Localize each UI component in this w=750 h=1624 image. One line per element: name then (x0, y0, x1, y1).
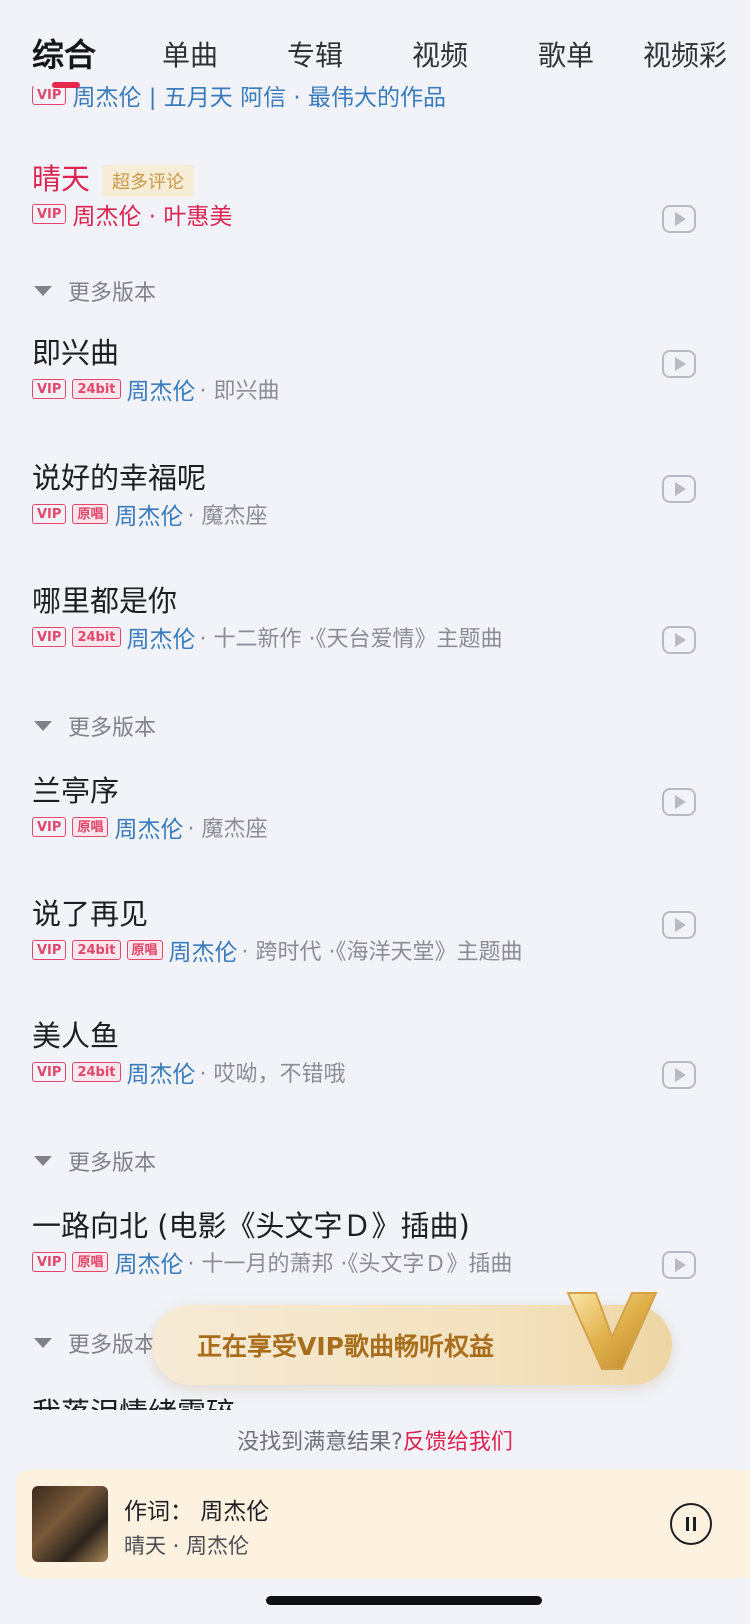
more-versions-label: 更多版本 (68, 1151, 157, 1176)
original-singer-badge: 原唱 (126, 940, 163, 960)
more-versions-label: 更多版本 (68, 281, 157, 306)
song-artist[interactable]: 周杰伦 (127, 1055, 196, 1089)
vip-badge: VIP (32, 504, 67, 524)
vip-badge: VIP (32, 1062, 67, 1082)
mv-play-icon[interactable] (662, 1061, 696, 1089)
song-title: 美人鱼 (32, 1019, 120, 1053)
song-album: · 魔杰座 (187, 504, 268, 529)
home-indicator[interactable] (266, 1596, 542, 1605)
feedback-prompt: 没找到满意结果?反馈给我们 (0, 1424, 750, 1456)
song-album: · 跨时代 ·《海洋天堂》主题曲 (241, 940, 523, 965)
mv-play-icon[interactable] (662, 626, 696, 654)
tab-video-ringtones[interactable]: 视频彩 (643, 34, 727, 74)
song-artist[interactable]: 周杰伦 · 叶惠美 (72, 197, 232, 231)
song-artist[interactable]: 周杰伦 (127, 372, 196, 406)
song-title: 说好的幸福呢 (32, 461, 207, 495)
mv-play-icon[interactable] (662, 911, 696, 939)
vip-badge: VIP (32, 204, 67, 224)
feedback-text: 没找到满意结果? (237, 1430, 403, 1455)
more-versions-label: 更多版本 (68, 1333, 157, 1358)
song-meta: VIP 24bit 原唱 周杰伦 · 跨时代 ·《海洋天堂》主题曲 (32, 933, 523, 967)
hot-comments-tag: 超多评论 (102, 165, 195, 197)
song-title: 我落泪情绪零碎 (32, 1390, 235, 1410)
hires-24bit-badge: 24bit (72, 1062, 121, 1082)
feedback-link[interactable]: 反馈给我们 (403, 1430, 513, 1455)
triangle-down-icon (34, 286, 52, 296)
song-title: 即兴曲 (32, 336, 120, 370)
more-versions-toggle[interactable]: 更多版本 (34, 1327, 156, 1359)
song-album: · 哎呦，不错哦 (199, 1062, 346, 1087)
tab-comprehensive[interactable]: 综合 (32, 30, 96, 76)
mv-play-icon[interactable] (662, 788, 696, 816)
song-album: · 十一月的萧邦 ·《头文字Ｄ》插曲 (187, 1252, 513, 1277)
more-versions-label: 更多版本 (68, 716, 157, 741)
triangle-down-icon (34, 1156, 52, 1166)
song-album: · 即兴曲 (199, 379, 280, 404)
triangle-down-icon (34, 1338, 52, 1348)
hires-24bit-badge: 24bit (72, 940, 121, 960)
vip-badge: VIP (32, 85, 67, 105)
original-singer-badge: 原唱 (72, 504, 109, 524)
song-artist[interactable]: 周杰伦 (114, 810, 183, 844)
song-artist[interactable]: 周杰伦 (127, 620, 196, 654)
song-title: 一路向北 (电影《头文字Ｄ》插曲) (32, 1209, 470, 1243)
song-meta: VIP 24bit 周杰伦 · 哎呦，不错哦 (32, 1055, 346, 1089)
song-title: 说了再见 (32, 897, 149, 931)
vip-benefit-banner[interactable]: 正在享受VIP歌曲畅听权益 (152, 1292, 672, 1385)
song-album: · 十二新作 ·《天台爱情》主题曲 (199, 627, 503, 652)
active-tab-indicator (52, 82, 80, 88)
song-meta: VIP 原唱 周杰伦 · 魔杰座 (32, 497, 268, 531)
mv-play-icon[interactable] (662, 1251, 696, 1279)
mv-play-icon[interactable] (662, 475, 696, 503)
tab-singles[interactable]: 单曲 (162, 34, 218, 74)
now-playing-info: 晴天 · 周杰伦 (124, 1534, 250, 1558)
original-singer-badge: 原唱 (72, 817, 109, 837)
original-singer-badge: 原唱 (72, 1252, 109, 1272)
song-meta: VIP 周杰伦 · 叶惠美 (32, 197, 236, 231)
mini-player[interactable]: 作词： 周杰伦 晴天 · 周杰伦 (16, 1470, 750, 1578)
vip-badge: VIP (32, 940, 67, 960)
more-versions-toggle[interactable]: 更多版本 (34, 1145, 156, 1177)
album-cover[interactable] (32, 1486, 108, 1562)
song-title: 晴天 超多评论 (32, 156, 195, 198)
pause-icon[interactable] (670, 1503, 712, 1545)
more-versions-toggle[interactable]: 更多版本 (34, 275, 156, 307)
song-meta: VIP 24bit 周杰伦 · 即兴曲 (32, 372, 280, 406)
more-versions-toggle[interactable]: 更多版本 (34, 710, 156, 742)
vip-badge: VIP (32, 627, 67, 647)
song-album: · 魔杰座 (187, 817, 268, 842)
vip-badge: VIP (32, 379, 67, 399)
tab-albums[interactable]: 专辑 (287, 34, 343, 74)
vip-banner-text: 正在享受VIP歌曲畅听权益 (197, 1332, 494, 1361)
song-title: 兰亭序 (32, 774, 120, 808)
mv-play-icon[interactable] (662, 205, 696, 233)
song-meta: VIP 原唱 周杰伦 · 十一月的萧邦 ·《头文字Ｄ》插曲 (32, 1245, 513, 1279)
vip-v-logo-icon (566, 1292, 658, 1370)
song-title: 哪里都是你 (32, 584, 178, 618)
tab-playlists[interactable]: 歌单 (538, 34, 594, 74)
song-meta: VIP 原唱 周杰伦 · 魔杰座 (32, 810, 268, 844)
vip-badge: VIP (32, 1252, 67, 1272)
mv-play-icon[interactable] (662, 350, 696, 378)
search-result-list[interactable]: VIP 周杰伦 | 五月天 阿信 · 最伟大的作品 晴天 超多评论 VIP 周杰伦… (0, 0, 750, 1410)
triangle-down-icon (34, 721, 52, 731)
song-artist[interactable]: 周杰伦 (114, 497, 183, 531)
hires-24bit-badge: 24bit (72, 627, 121, 647)
song-meta: VIP 24bit 周杰伦 · 十二新作 ·《天台爱情》主题曲 (32, 620, 503, 654)
song-artist[interactable]: 周杰伦 (114, 1245, 183, 1279)
hires-24bit-badge: 24bit (72, 379, 121, 399)
tab-bar: 综合 单曲 专辑 视频 歌单 视频彩 (0, 0, 750, 88)
lyric-line: 作词： 周杰伦 (124, 1499, 270, 1525)
song-artist[interactable]: 周杰伦 (169, 933, 238, 967)
tab-videos[interactable]: 视频 (412, 34, 468, 74)
vip-badge: VIP (32, 817, 67, 837)
